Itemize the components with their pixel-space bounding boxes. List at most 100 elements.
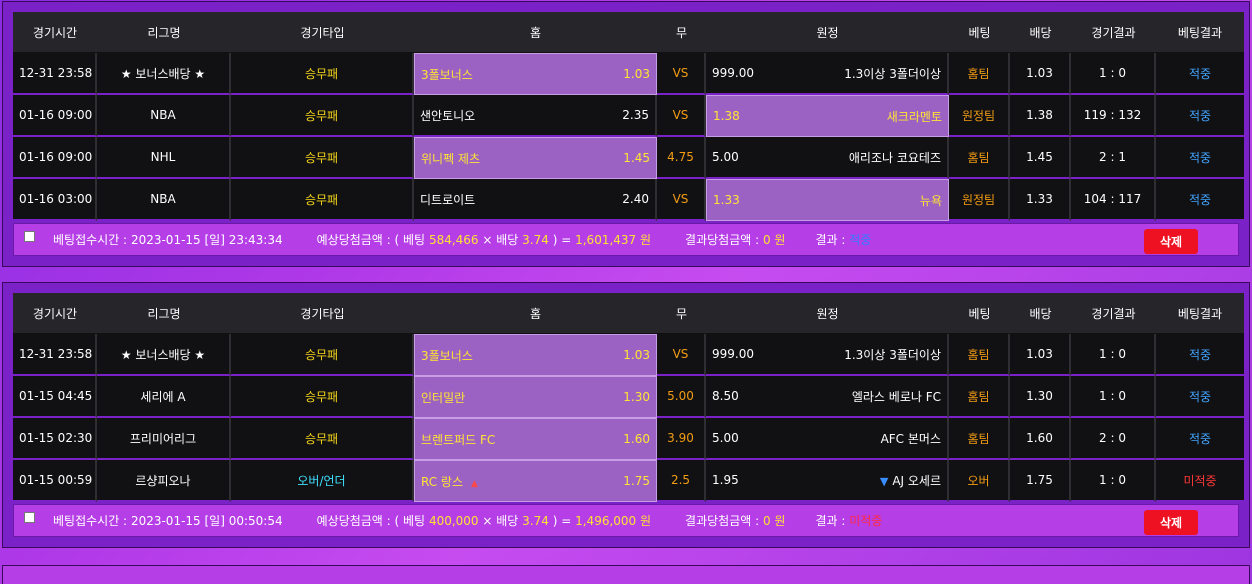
home-team-name: 디트로이트	[420, 192, 476, 207]
home-odds: 1.60	[623, 432, 650, 446]
column-header: 경기결과	[1071, 12, 1156, 53]
game-type: 승무패	[231, 418, 414, 460]
home-team-odds-cell[interactable]: 샌안토니오 2.35	[414, 95, 657, 137]
bet-odds: 1.38	[1010, 95, 1071, 137]
home-team-name: 인터밀란	[421, 390, 466, 405]
home-team-name: 브렌트퍼드 FC	[421, 432, 496, 447]
away-team-odds-cell[interactable]: 8.50 엘라스 베로나 FC	[706, 376, 949, 418]
result-amount: 0 원	[762, 514, 786, 528]
column-header: 경기시간	[13, 12, 97, 53]
draw-odds[interactable]: VS	[657, 334, 706, 376]
column-header: 리그명	[97, 12, 231, 53]
away-team-name: 새크라멘토	[886, 109, 942, 124]
bet-odds: 1.75	[1010, 460, 1071, 502]
league-name: 세리에 A	[97, 376, 231, 418]
home-team-name: 3폴보너스	[421, 348, 473, 363]
away-odds: 8.50	[712, 389, 739, 403]
match-score: 2 : 1	[1071, 137, 1156, 179]
bet-pick: 홈팀	[949, 376, 1010, 418]
draw-odds[interactable]: 4.75	[657, 137, 706, 179]
draw-odds[interactable]: VS	[657, 95, 706, 137]
bet-slip-summary: 베팅접수시간 : 2023-01-15 [일] 23:43:34 예상당첨금액 :…	[13, 223, 1239, 256]
bet-time-value: 2023-01-15 [일] 23:43:34	[130, 233, 283, 247]
column-header: 원정	[706, 293, 949, 334]
home-team-odds-cell[interactable]: 인터밀란 1.30	[414, 376, 657, 418]
select-slip-checkbox[interactable]	[24, 512, 35, 523]
column-header: 경기시간	[13, 293, 97, 334]
bet-result-status: 적중	[1156, 137, 1244, 179]
away-team-odds-cell[interactable]: 1.33 뉴욕	[706, 179, 949, 221]
home-team-odds-cell[interactable]: 브렌트퍼드 FC 1.60	[414, 418, 657, 460]
match-time: 01-15 04:45	[13, 376, 97, 418]
result-amount-label: 결과당첨금액 :	[685, 233, 760, 247]
match-score: 2 : 0	[1071, 418, 1156, 460]
delete-button[interactable]: 삭제	[1144, 229, 1198, 254]
bet-odds: 1.30	[1010, 376, 1071, 418]
delete-button[interactable]: 삭제	[1144, 510, 1198, 535]
column-header: 배당	[1010, 293, 1071, 334]
away-team-name: AJ 오세르	[892, 473, 941, 488]
result-amount: 0 원	[762, 233, 786, 247]
match-score: 1 : 0	[1071, 334, 1156, 376]
home-team-odds-cell[interactable]: 3폴보너스 1.03	[414, 334, 657, 376]
away-team-odds-cell[interactable]: 5.00 AFC 본머스	[706, 418, 949, 460]
home-team-odds-cell[interactable]: 디트로이트 2.40	[414, 179, 657, 221]
match-score: 1 : 0	[1071, 460, 1156, 502]
draw-odds[interactable]: 5.00	[657, 376, 706, 418]
league-name: NBA	[97, 95, 231, 137]
match-score: 1 : 0	[1071, 376, 1156, 418]
bet-amount: 584,466	[428, 233, 479, 247]
away-odds: 999.00	[712, 347, 754, 361]
home-odds: 1.45	[623, 151, 650, 165]
away-odds: 5.00	[712, 431, 739, 445]
expected-winnings: 예상당첨금액 : ( 베팅 400,000 × 배당 3.74 ) = 1,49…	[317, 512, 651, 529]
home-team-odds-cell[interactable]: 3폴보너스 1.03	[414, 53, 657, 95]
select-slip-checkbox[interactable]	[24, 231, 35, 242]
bet-slip-table: 경기시간 리그명 경기타입 홈 무 원정 베팅 배당 경기결과 베팅결과 12-31 23:58 ★ …	[13, 12, 1244, 221]
home-odds: 2.40	[622, 192, 649, 206]
bet-time-label: 베팅접수시간 :	[53, 233, 128, 247]
home-team-name: 샌안토니오	[420, 108, 476, 123]
bet-result-status: 적중	[1156, 334, 1244, 376]
draw-odds[interactable]: VS	[657, 179, 706, 221]
away-team-odds-cell[interactable]: 1.95 ▼ AJ 오세르	[706, 460, 949, 502]
column-header: 경기결과	[1071, 293, 1156, 334]
away-team-odds-cell[interactable]: 999.00 1.3이상 3폴더이상	[706, 53, 949, 95]
times-label: × 배당	[482, 514, 519, 528]
game-type: 승무패	[231, 95, 414, 137]
column-header: 베팅결과	[1156, 12, 1244, 53]
draw-odds[interactable]: 2.5	[657, 460, 706, 502]
home-team-name: 위니펙 제츠	[421, 151, 481, 166]
game-type: 승무패	[231, 376, 414, 418]
match-score: 1 : 0	[1071, 53, 1156, 95]
away-team-name: 뉴욕	[919, 193, 942, 208]
draw-odds[interactable]: 3.90	[657, 418, 706, 460]
total-odds: 3.74	[522, 514, 549, 528]
slip-result-label: 결과 :	[815, 233, 846, 247]
bet-result-status: 적중	[1156, 95, 1244, 137]
away-team-odds-cell[interactable]: 1.38 새크라멘토	[706, 95, 949, 137]
bet-slip-panel: 경기시간 리그명 경기타입 홈 무 원정 베팅 배당 경기결과 베팅결과 12-31 23:58 ★ …	[2, 282, 1250, 548]
draw-odds[interactable]: VS	[657, 53, 706, 95]
home-team-odds-cell[interactable]: RC 랑스 ▲ 1.75	[414, 460, 657, 502]
home-team-odds-cell[interactable]: 위니펙 제츠 1.45	[414, 137, 657, 179]
under-down-arrow-icon: ▼	[879, 474, 889, 488]
match-time: 12-31 23:58	[13, 53, 97, 95]
home-odds: 1.75	[623, 474, 650, 488]
home-odds: 1.03	[623, 348, 650, 362]
away-team-name: 애리조나 코요테즈	[848, 150, 941, 165]
away-team-odds-cell[interactable]: 5.00 애리조나 코요테즈	[706, 137, 949, 179]
bet-result-status: 미적중	[1156, 460, 1244, 502]
bet-pick: 원정팀	[949, 179, 1010, 221]
bet-amount: 400,000	[428, 514, 479, 528]
equals-label: ) =	[552, 514, 572, 528]
league-name: 프리미어리그	[97, 418, 231, 460]
table-row: 01-16 09:00 NHL 승무패 위니펙 제츠 1.45 4.75 5.00 애리조나 …	[13, 137, 1244, 179]
bet-time-label: 베팅접수시간 :	[53, 514, 128, 528]
expected-amount: 1,496,000 원	[575, 514, 652, 528]
expected-winnings: 예상당첨금액 : ( 베팅 584,466 × 배당 3.74 ) = 1,60…	[317, 231, 651, 248]
bet-result-status: 적중	[1156, 179, 1244, 221]
away-team-odds-cell[interactable]: 999.00 1.3이상 3폴더이상	[706, 334, 949, 376]
column-header: 배당	[1010, 12, 1071, 53]
game-type: 승무패	[231, 334, 414, 376]
